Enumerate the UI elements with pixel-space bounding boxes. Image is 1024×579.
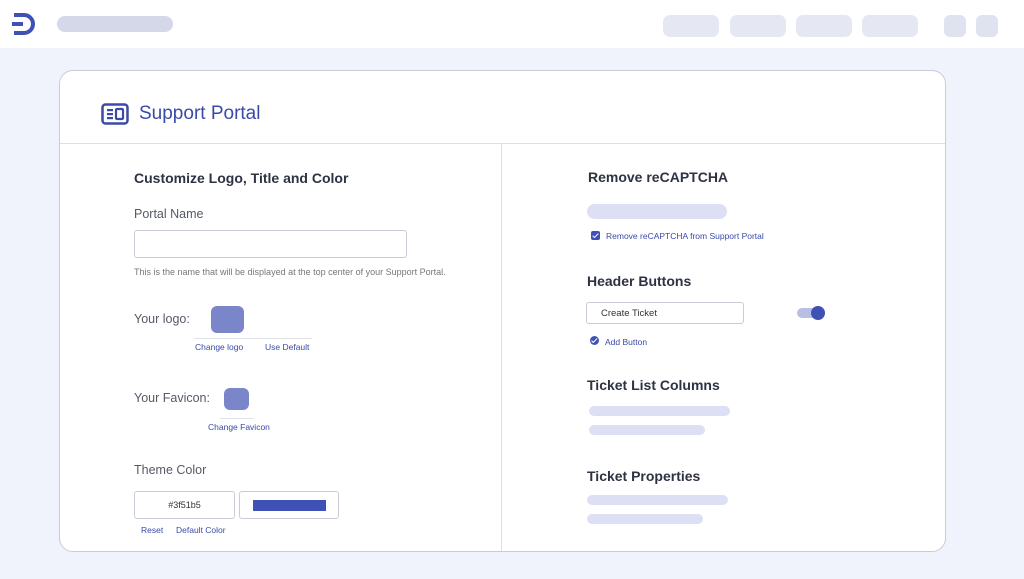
default-color-link[interactable]: Default Color xyxy=(176,525,226,535)
recaptcha-checkbox-label: Remove reCAPTCHA from Support Portal xyxy=(606,231,764,241)
portal-name-input[interactable] xyxy=(134,230,407,258)
header-button-toggle[interactable] xyxy=(797,306,825,320)
favicon-divider xyxy=(220,418,254,419)
top-bar xyxy=(0,0,1024,48)
theme-hex-value: #3f51b5 xyxy=(168,500,201,510)
column-divider xyxy=(501,144,502,551)
logo-preview[interactable] xyxy=(211,306,244,333)
recaptcha-checkbox[interactable] xyxy=(591,231,600,240)
ticket-props-placeholder-2 xyxy=(587,514,703,524)
logo-label: Your logo: xyxy=(134,312,190,326)
page-title: Support Portal xyxy=(139,103,261,124)
toggle-knob xyxy=(811,306,825,320)
header-button-input[interactable]: Create Ticket xyxy=(586,302,744,324)
ticket-props-placeholder-1 xyxy=(587,495,728,505)
ticket-list-placeholder-2 xyxy=(589,425,705,435)
recaptcha-section-title: Remove reCAPTCHA xyxy=(588,169,729,185)
add-button-link[interactable]: Add Button xyxy=(605,337,647,347)
theme-hex-input[interactable]: #3f51b5 xyxy=(134,491,235,519)
notification-button[interactable] xyxy=(944,15,966,37)
add-button-icon[interactable] xyxy=(590,336,599,345)
card-header: Support Portal xyxy=(60,71,945,144)
color-swatch xyxy=(253,500,326,511)
ticket-list-placeholder-1 xyxy=(589,406,730,416)
change-favicon-link[interactable]: Change Favicon xyxy=(208,422,270,432)
portal-name-help: This is the name that will be displayed … xyxy=(134,267,446,277)
portal-name-label: Portal Name xyxy=(134,207,204,221)
theme-color-label: Theme Color xyxy=(134,463,207,477)
customize-section-title: Customize Logo, Title and Color xyxy=(134,170,349,186)
reset-color-link[interactable]: Reset xyxy=(141,525,163,535)
color-picker[interactable] xyxy=(239,491,339,519)
logo-divider xyxy=(194,338,312,339)
support-portal-card: Support Portal Customize Logo, Title and… xyxy=(59,70,946,552)
nav-item-4[interactable] xyxy=(862,15,918,37)
profile-button[interactable] xyxy=(976,15,998,37)
favicon-preview[interactable] xyxy=(224,388,249,410)
favicon-label: Your Favicon: xyxy=(134,391,210,405)
recaptcha-placeholder xyxy=(587,204,727,219)
ticket-properties-title: Ticket Properties xyxy=(587,468,701,484)
nav-item-2[interactable] xyxy=(730,15,786,37)
ticket-list-columns-title: Ticket List Columns xyxy=(587,377,720,393)
app-logo-icon[interactable] xyxy=(12,12,38,36)
header-buttons-title: Header Buttons xyxy=(587,273,692,289)
nav-item-3[interactable] xyxy=(796,15,852,37)
header-button-value: Create Ticket xyxy=(601,308,657,319)
change-logo-link[interactable]: Change logo xyxy=(195,342,243,352)
nav-item-1[interactable] xyxy=(663,15,719,37)
use-default-link[interactable]: Use Default xyxy=(265,342,309,352)
search-placeholder[interactable] xyxy=(57,16,173,32)
portal-icon xyxy=(101,103,129,125)
